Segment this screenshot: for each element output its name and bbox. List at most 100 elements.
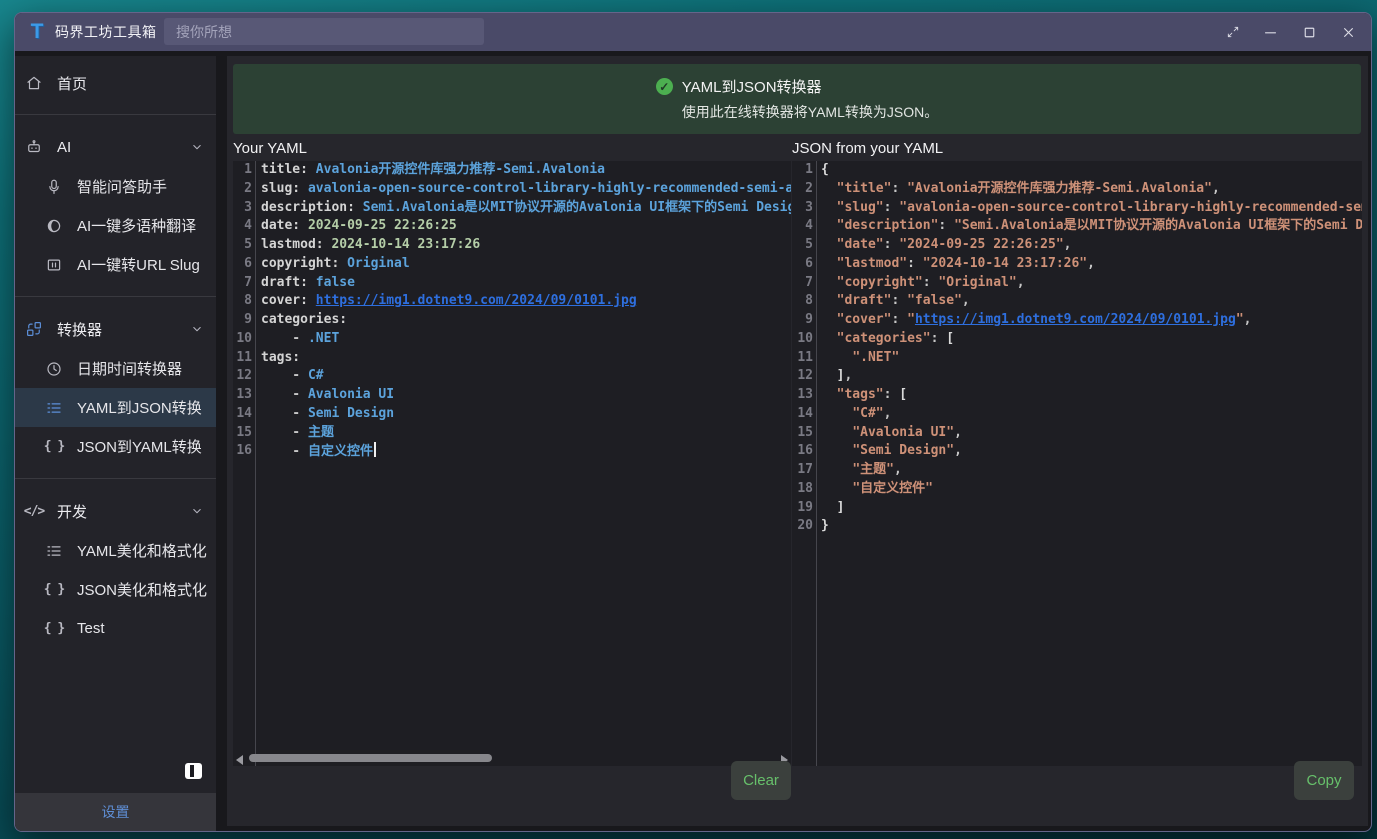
clock-icon [45, 360, 63, 378]
close-button[interactable] [1340, 24, 1357, 41]
yaml-line-numbers: 12345678910111213141516 [233, 161, 256, 766]
app-title: 码界工坊工具箱 [55, 22, 157, 42]
code-line: - Semi Design [261, 405, 791, 424]
code-line: "slug": "avalonia-open-source-control-li… [821, 199, 1362, 218]
sidebar-divider [15, 114, 216, 115]
tool-subtitle: 使用此在线转换器将YAML转换为JSON。 [682, 102, 938, 122]
sidebar-item[interactable]: { } JSON美化和格式化 [15, 570, 216, 609]
braces-icon: { } [45, 438, 63, 456]
chevron-down-icon[interactable] [190, 140, 204, 154]
code-line: tags: [261, 349, 791, 368]
sidebar-groups: AI 智能问答助手 AI一键多语种翻译 AI一键转URL Slug 转换器 日期… [15, 114, 216, 648]
code-line: title: Avalonia开源控件库强力推荐-Semi.Avalonia [261, 161, 791, 180]
window-controls [1226, 13, 1357, 51]
expand-button[interactable] [1226, 25, 1240, 39]
sidebar-item[interactable]: YAML到JSON转换 [15, 388, 216, 427]
copy-button[interactable]: Copy [1294, 761, 1354, 800]
chevron-down-icon[interactable] [190, 504, 204, 518]
code-line: categories: [261, 311, 791, 330]
code-line: "draft": "false", [821, 292, 1362, 311]
list-icon [45, 542, 63, 560]
sidebar-collapse-button[interactable] [185, 763, 202, 779]
code-line: "自定义控件" [821, 480, 1362, 499]
sidebar-divider [15, 296, 216, 297]
code-line: - 主题 [261, 424, 791, 443]
app-window: T 码界工坊工具箱 首页 AI 智能问答助手 AI一键多语种翻译 A [14, 12, 1372, 832]
slug-icon [45, 256, 63, 274]
sidebar-item[interactable]: AI一键多语种翻译 [15, 206, 216, 245]
sidebar-item[interactable]: 日期时间转换器 [15, 349, 216, 388]
code-line: } [821, 517, 1362, 536]
sidebar-divider [15, 478, 216, 479]
braces-icon: { } [45, 620, 63, 638]
sidebar-item[interactable]: AI一键转URL Slug [15, 245, 216, 284]
code-line: "date": "2024-09-25 22:26:25", [821, 236, 1362, 255]
code-line: cover: https://img1.dotnet9.com/2024/09/… [261, 292, 791, 311]
code-line: "Semi Design", [821, 442, 1362, 461]
sidebar-item[interactable]: YAML美化和格式化 [15, 531, 216, 570]
json-editor-header: JSON from your YAML [792, 140, 943, 157]
swap-icon [25, 320, 43, 338]
main-content: ✓ YAML到JSON转换器 使用此在线转换器将YAML转换为JSON。 You… [227, 56, 1368, 826]
settings-button[interactable]: 设置 [15, 793, 216, 831]
code-line: ], [821, 367, 1362, 386]
sidebar-item-home[interactable]: 首页 [15, 64, 216, 102]
code-line: "cover": "https://img1.dotnet9.com/2024/… [821, 311, 1362, 330]
code-line: ".NET" [821, 349, 1362, 368]
clear-button[interactable]: Clear [731, 761, 791, 800]
minimize-button[interactable] [1262, 24, 1279, 41]
code-line: - 自定义控件 [261, 442, 791, 462]
sidebar-group-dev[interactable]: </> 开发 [15, 491, 216, 531]
check-circle-icon: ✓ [656, 78, 673, 95]
json-line-numbers: 1234567891011121314151617181920 [792, 161, 817, 766]
sidebar-item[interactable]: { } Test [15, 609, 216, 648]
sidebar-group-converter[interactable]: 转换器 [15, 309, 216, 349]
code-line: "copyright": "Original", [821, 274, 1362, 293]
search-input[interactable] [164, 18, 484, 45]
code-line: "lastmod": "2024-10-14 23:17:26", [821, 255, 1362, 274]
translate-icon [45, 217, 63, 235]
chevron-down-icon[interactable] [190, 322, 204, 336]
yaml-editor-header: Your YAML [233, 140, 307, 157]
sidebar-item[interactable]: 智能问答助手 [15, 167, 216, 206]
yaml-horizontal-scrollbar[interactable] [233, 751, 791, 765]
json-editor[interactable]: 1234567891011121314151617181920 { "title… [792, 161, 1362, 766]
sidebar-scroll: 首页 AI 智能问答助手 AI一键多语种翻译 AI一键转URL Slug 转换器 [15, 56, 216, 793]
code-line: lastmod: 2024-10-14 23:17:26 [261, 236, 791, 255]
mic-icon [45, 178, 63, 196]
robot-icon [25, 138, 43, 156]
code-line: ] [821, 499, 1362, 518]
code-line: copyright: Original [261, 255, 791, 274]
code-line: description: Semi.Avalonia是以MIT协议开源的Aval… [261, 199, 791, 218]
code-line: - .NET [261, 330, 791, 349]
tool-title: YAML到JSON转换器 [682, 76, 822, 97]
code-line: "Avalonia UI", [821, 424, 1362, 443]
code-line: draft: false [261, 274, 791, 293]
sidebar-group-ai[interactable]: AI [15, 127, 216, 167]
tool-banner: ✓ YAML到JSON转换器 使用此在线转换器将YAML转换为JSON。 [233, 64, 1361, 134]
maximize-button[interactable] [1301, 24, 1318, 41]
code-line: "description": "Semi.Avalonia是以MIT协议开源的A… [821, 217, 1362, 236]
sidebar-item[interactable]: { } JSON到YAML转换 [15, 427, 216, 466]
code-line: "title": "Avalonia开源控件库强力推荐-Semi.Avaloni… [821, 180, 1362, 199]
code-line: "categories": [ [821, 330, 1362, 349]
code-line: "主题", [821, 461, 1362, 480]
code-line: slug: avalonia-open-source-control-libra… [261, 180, 791, 199]
code-line: - Avalonia UI [261, 386, 791, 405]
scroll-left-arrow-icon[interactable] [236, 755, 243, 765]
json-code: { "title": "Avalonia开源控件库强力推荐-Semi.Avalo… [821, 161, 1362, 766]
title-bar: T 码界工坊工具箱 [15, 13, 1371, 51]
sidebar: 首页 AI 智能问答助手 AI一键多语种翻译 AI一键转URL Slug 转换器 [15, 56, 216, 831]
code-icon: </> [25, 502, 43, 520]
yaml-editor[interactable]: 12345678910111213141516 title: Avalonia开… [233, 161, 791, 766]
code-line: "C#", [821, 405, 1362, 424]
yaml-code[interactable]: title: Avalonia开源控件库强力推荐-Semi.Avaloniasl… [261, 161, 791, 766]
code-line: { [821, 161, 1362, 180]
braces-icon: { } [45, 581, 63, 599]
code-line: date: 2024-09-25 22:26:25 [261, 217, 791, 236]
app-logo-icon: T [25, 20, 49, 44]
code-line: "tags": [ [821, 386, 1362, 405]
scrollbar-thumb[interactable] [249, 754, 492, 762]
home-icon [25, 74, 43, 92]
code-line: - C# [261, 367, 791, 386]
